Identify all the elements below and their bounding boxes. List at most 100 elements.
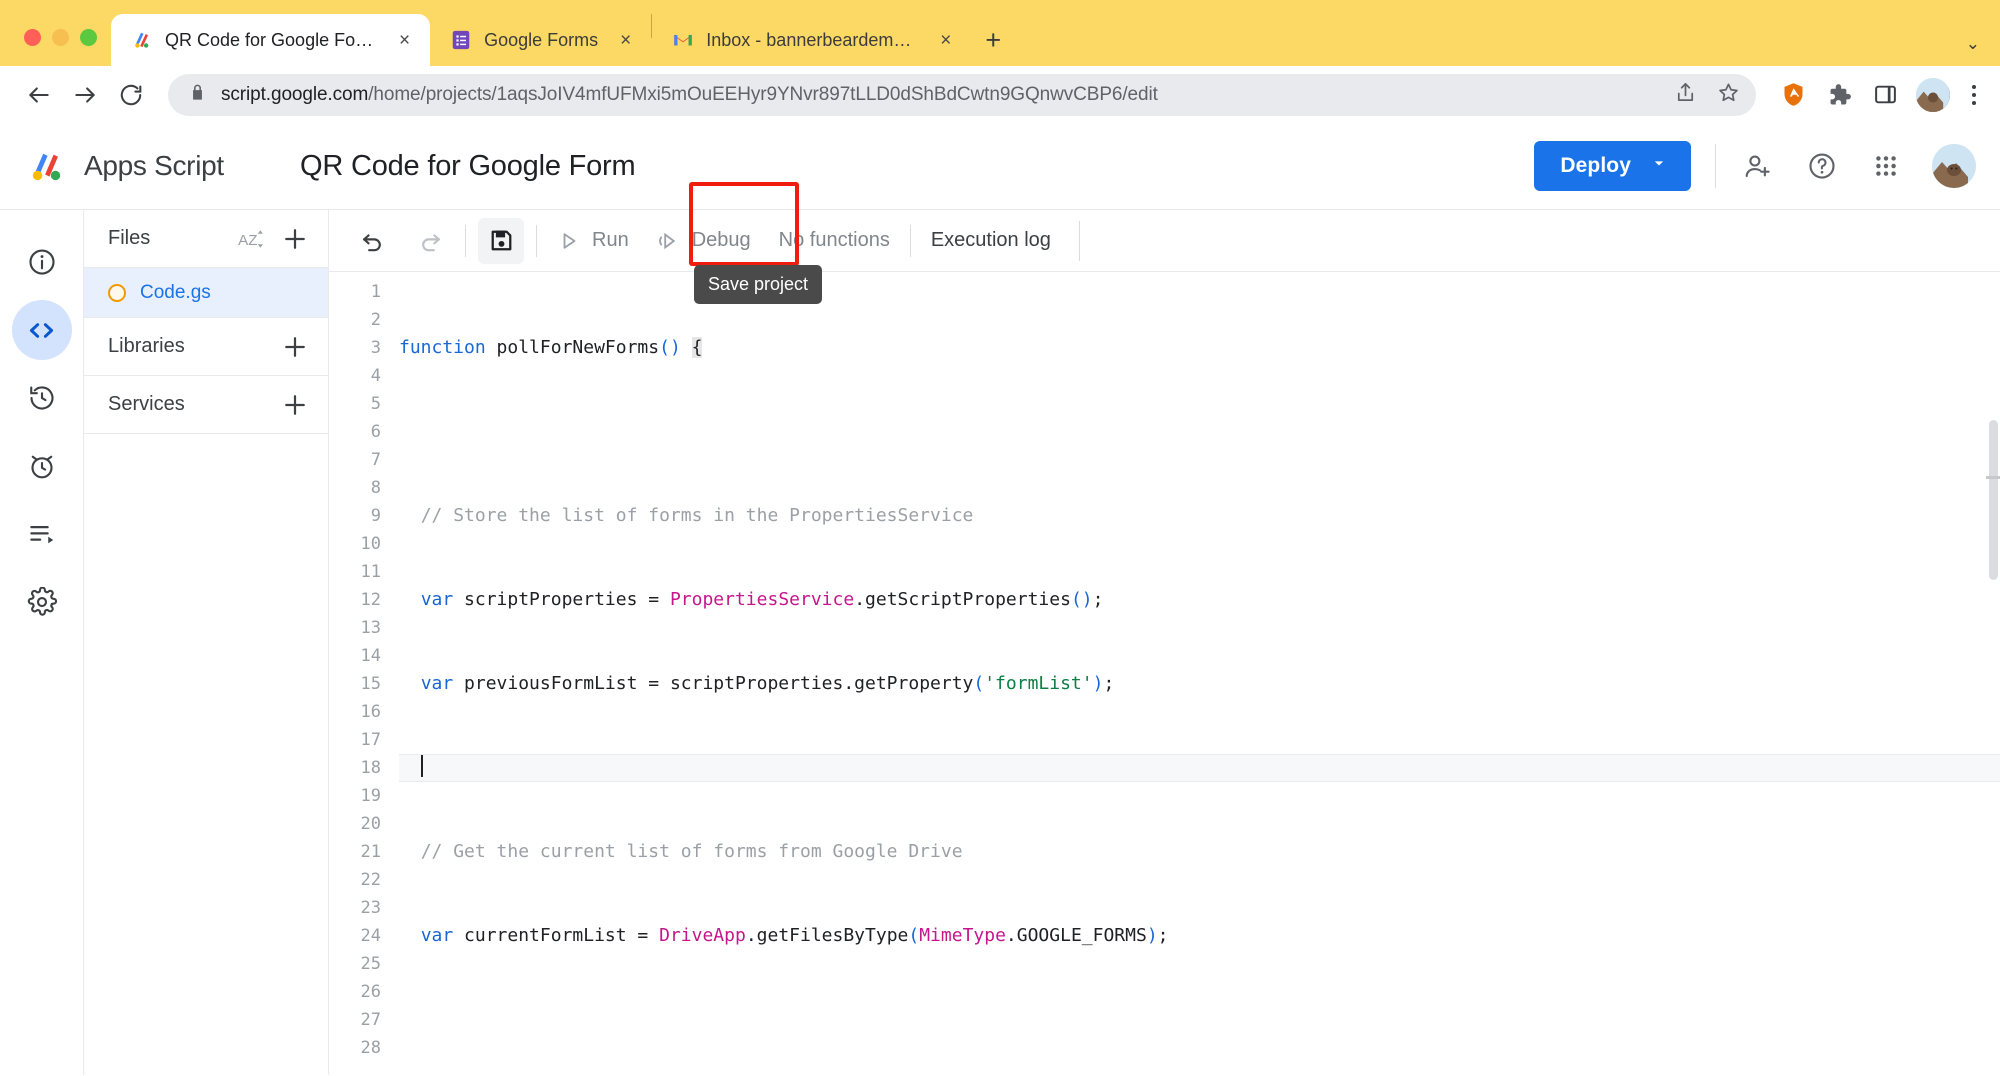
code-editor[interactable]: 123 456 789 101112 131415 161718 192021 …	[329, 272, 2000, 1075]
app-name: Apps Script	[84, 150, 224, 182]
add-library-button[interactable]	[278, 330, 312, 364]
close-tab-button[interactable]: ×	[389, 31, 420, 50]
header-divider	[1715, 144, 1716, 188]
profile-avatar[interactable]	[1916, 78, 1950, 112]
editor-toolbar: Run Debug No functions Execution log Sav…	[329, 210, 2000, 272]
left-nav-rail	[0, 210, 84, 1075]
chevron-down-icon[interactable]: ⌄	[1966, 34, 1980, 54]
code-line	[399, 418, 2000, 446]
add-file-button[interactable]	[278, 222, 312, 256]
sort-az-icon[interactable]: AZ	[234, 222, 268, 256]
function-selector[interactable]: No functions	[765, 229, 904, 252]
deploy-button[interactable]: Deploy	[1534, 141, 1691, 191]
sidebar-item-overview[interactable]	[12, 232, 72, 292]
svg-text:AZ: AZ	[238, 231, 257, 248]
sidebar-item-settings[interactable]	[12, 572, 72, 632]
save-project-tooltip: Save project	[694, 265, 822, 304]
code-editor-panel: Run Debug No functions Execution log Sav…	[329, 210, 2000, 1075]
run-button[interactable]: Run	[543, 229, 643, 253]
apps-grid-icon[interactable]	[1868, 148, 1904, 184]
new-tab-button[interactable]: +	[985, 27, 1001, 54]
file-name-label: Code.gs	[140, 282, 211, 304]
close-window-button[interactable]	[24, 29, 41, 46]
apps-script-home-link[interactable]: Apps Script	[26, 149, 274, 183]
account-avatar[interactable]	[1932, 144, 1976, 188]
close-tab-button[interactable]: ×	[610, 31, 641, 50]
scrollbar-thumb[interactable]	[1989, 420, 1998, 580]
kebab-menu-icon[interactable]	[1966, 85, 1982, 105]
debug-button-label: Debug	[692, 229, 751, 252]
code-line: var currentFormList = DriveApp.getFilesB…	[399, 922, 2000, 950]
browser-tabstrip: QR Code for Google Form - Pr × Google	[0, 0, 2000, 66]
libraries-header-label: Libraries	[108, 335, 268, 358]
services-header-label: Services	[108, 393, 268, 416]
line-number-gutter: 123 456 789 101112 131415 161718 192021 …	[329, 272, 397, 1075]
browser-toolbar: script.google.com/home/projects/1aqsJoIV…	[0, 66, 2000, 123]
services-section-header: Services	[84, 376, 328, 434]
deploy-button-label: Deploy	[1560, 154, 1631, 178]
sidebar-item-triggers[interactable]	[12, 368, 72, 428]
help-circle-icon[interactable]	[1804, 148, 1840, 184]
toolbar-divider	[910, 225, 911, 257]
scroll-marker	[1986, 476, 2000, 479]
address-bar[interactable]: script.google.com/home/projects/1aqsJoIV…	[168, 74, 1756, 116]
gmail-icon	[672, 29, 694, 51]
browser-tab-apps-script[interactable]: QR Code for Google Form - Pr ×	[111, 14, 430, 66]
code-line: // Store the list of forms in the Proper…	[399, 502, 2000, 530]
code-line: // Get the current list of forms from Go…	[399, 838, 2000, 866]
tab-list: QR Code for Google Form - Pr × Google	[111, 0, 1001, 66]
run-button-label: Run	[592, 229, 629, 252]
puzzle-extension-icon[interactable]	[1824, 80, 1854, 110]
forward-arrow-icon[interactable]	[64, 74, 106, 116]
editor-scrollbar[interactable]	[1986, 334, 2000, 1075]
minimize-window-button[interactable]	[52, 29, 69, 46]
back-arrow-icon[interactable]	[18, 74, 60, 116]
browser-tab-title: Inbox - bannerbeardemo@gm	[706, 30, 918, 51]
execution-log-button[interactable]: Execution log	[917, 229, 1065, 252]
reload-icon[interactable]	[110, 74, 152, 116]
person-add-icon[interactable]	[1740, 148, 1776, 184]
google-forms-icon	[450, 29, 472, 51]
undo-button[interactable]	[349, 218, 395, 264]
sidebar-item-executions[interactable]	[12, 436, 72, 496]
files-header-label: Files	[108, 227, 224, 250]
url-domain: script.google.com	[221, 84, 368, 105]
add-service-button[interactable]	[278, 388, 312, 422]
save-project-button[interactable]	[478, 218, 524, 264]
url-path: /home/projects/1aqsJoIV4mfUFMxi5mOuEEHyr…	[368, 84, 1158, 105]
sidebar-item-editor[interactable]	[12, 300, 72, 360]
code-line: function pollForNewForms() {	[399, 334, 2000, 362]
browser-window: QR Code for Google Form - Pr × Google	[0, 0, 2000, 1076]
close-tab-button[interactable]: ×	[930, 31, 961, 50]
sidebar-item-project-history[interactable]	[12, 504, 72, 564]
shield-extension-icon[interactable]	[1778, 80, 1808, 110]
files-section-header: Files AZ	[84, 210, 328, 268]
text-caret	[421, 755, 423, 777]
execution-log-label: Execution log	[931, 229, 1051, 252]
chevron-down-icon	[1649, 153, 1669, 179]
apps-script-body: Files AZ Code.gs Libraries Services	[0, 210, 2000, 1075]
toolbar-divider	[536, 225, 537, 257]
function-selector-label: No functions	[779, 229, 890, 252]
header-actions	[1740, 144, 1976, 188]
redo-button[interactable]	[407, 218, 453, 264]
maximize-window-button[interactable]	[80, 29, 97, 46]
browser-tab-gmail[interactable]: Inbox - bannerbeardemo@gm ×	[652, 14, 971, 66]
star-icon[interactable]	[1717, 81, 1740, 109]
page-title: QR Code for Google Form	[300, 150, 1534, 183]
browser-tab-title: Google Forms	[484, 30, 598, 51]
sidepanel-icon[interactable]	[1870, 80, 1900, 110]
share-icon[interactable]	[1674, 81, 1697, 109]
files-pane: Files AZ Code.gs Libraries Services	[84, 210, 329, 1075]
address-bar-url: script.google.com/home/projects/1aqsJoIV…	[221, 84, 1660, 106]
libraries-section-header: Libraries	[84, 318, 328, 376]
list-item[interactable]: Code.gs	[84, 268, 328, 318]
toolbar-divider	[1079, 221, 1080, 261]
code-content[interactable]: function pollForNewForms() { // Store th…	[397, 272, 2000, 1075]
browser-extensions-area	[1772, 78, 1982, 112]
code-line	[399, 1006, 2000, 1034]
debug-button[interactable]: Debug	[643, 229, 765, 253]
browser-tab-google-forms[interactable]: Google Forms ×	[430, 14, 651, 66]
code-line	[399, 754, 2000, 782]
apps-script-icon	[131, 29, 153, 51]
